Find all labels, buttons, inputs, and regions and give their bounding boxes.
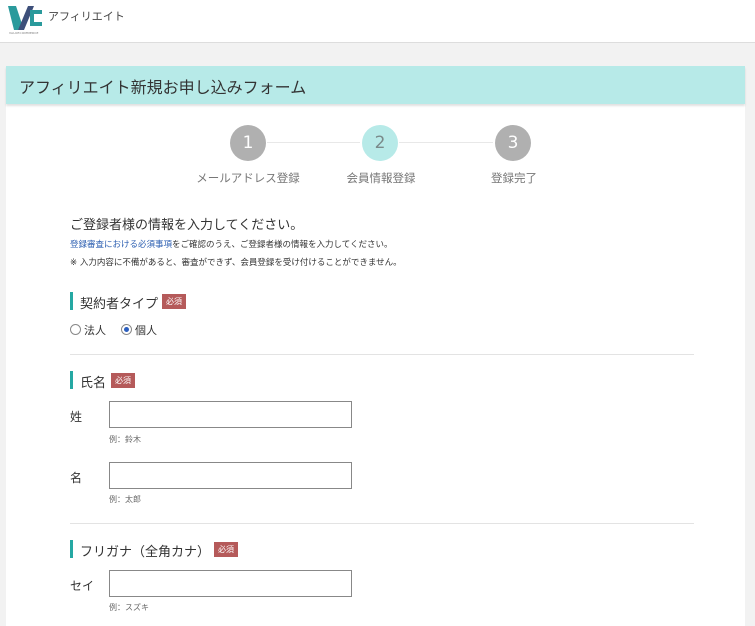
intro-note-2: ※ 入力内容に不備があると、審査ができず、会員登録を受け付けることができません。 xyxy=(70,258,402,268)
section-marker xyxy=(70,371,73,389)
title-banner: アフィリエイト新規お申し込みフォーム xyxy=(6,66,745,104)
page-title: アフィリエイト新規お申し込みフォーム xyxy=(19,78,307,97)
step-2-label: 会員情報登録 xyxy=(346,171,416,185)
last-name-input[interactable] xyxy=(109,401,352,428)
brand-label[interactable]: アフィリエイト xyxy=(48,8,125,24)
required-badge: 必須 xyxy=(162,294,186,309)
step-3-circle: 3 xyxy=(495,125,531,161)
section-divider xyxy=(70,354,694,355)
name-title: 氏名 xyxy=(80,376,107,391)
top-header: VALUECOMMERCE アフィリエイト xyxy=(0,0,755,43)
step-1-label: メールアドレス登録 xyxy=(196,171,300,185)
step-3-label: 登録完了 xyxy=(491,171,537,185)
contract-type-title: 契約者タイプ xyxy=(80,297,159,312)
required-badge: 必須 xyxy=(214,542,238,557)
step-1-circle: 1 xyxy=(230,125,266,161)
radio-individual-label: 個人 xyxy=(135,324,157,337)
radio-individual[interactable] xyxy=(121,324,132,335)
required-badge: 必須 xyxy=(111,373,135,388)
step-connector xyxy=(267,142,360,143)
step-connector xyxy=(399,142,493,143)
valuecommerce-logo-icon[interactable] xyxy=(8,4,44,32)
section-divider xyxy=(70,523,694,524)
intro-note-1-text: をご確認のうえ、ご登録者様の情報を入力してください。 xyxy=(172,240,393,250)
intro-note-1: 登録審査における必須事項をご確認のうえ、ご登録者様の情報を入力してください。 xyxy=(70,238,393,250)
contract-type-corporate-option[interactable]: 法人 xyxy=(70,322,106,338)
section-marker xyxy=(70,292,73,310)
first-name-label: 名 xyxy=(70,471,83,485)
furigana-title: フリガナ（全角カナ） xyxy=(80,545,211,560)
sei-hint: 例：スズキ xyxy=(109,603,149,612)
section-marker xyxy=(70,540,73,558)
logo-wordmark: VALUECOMMERCE xyxy=(9,31,39,35)
radio-corporate-label: 法人 xyxy=(84,324,106,337)
radio-corporate[interactable] xyxy=(70,324,81,335)
sei-label: セイ xyxy=(70,579,95,593)
first-name-hint: 例：太郎 xyxy=(109,495,141,504)
step-2-circle: 2 xyxy=(362,125,398,161)
intro-heading: ご登録者様の情報を入力してください。 xyxy=(70,218,304,233)
first-name-input[interactable] xyxy=(109,462,352,489)
contract-type-individual-option[interactable]: 個人 xyxy=(121,322,157,338)
last-name-hint: 例：鈴木 xyxy=(109,435,141,444)
requirements-link[interactable]: 登録審査における必須事項 xyxy=(70,240,172,250)
form-card: アフィリエイト新規お申し込みフォーム 1 2 3 メールアドレス登録 会員情報登… xyxy=(6,66,745,626)
last-name-label: 姓 xyxy=(70,410,83,424)
sei-input[interactable] xyxy=(109,570,352,597)
